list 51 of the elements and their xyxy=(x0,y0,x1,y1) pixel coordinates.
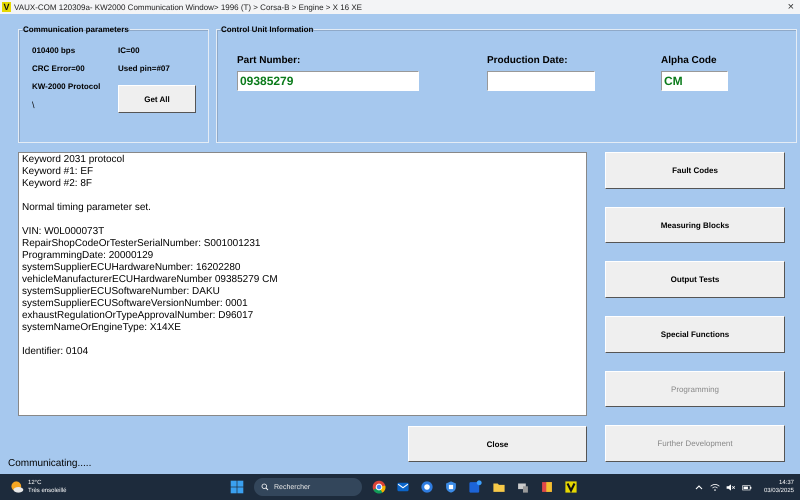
log-line: systemNameOrEngineType: X14XE xyxy=(22,322,182,334)
wifi-icon[interactable] xyxy=(710,482,720,492)
log-line: Identifier: 0104 xyxy=(22,346,90,358)
field-label: Alpha Code xyxy=(661,55,718,66)
battery-icon[interactable] xyxy=(742,482,752,492)
chat-bubble-icon[interactable] xyxy=(420,480,434,494)
window-title: VAUX-COM 120309a- KW2000 Communication Window> 1996 (T) > Corsa-B > Engine > X 16 XE xyxy=(14,2,362,12)
parameter-text: Used pin=#07 xyxy=(118,64,171,73)
image-app-icon[interactable] xyxy=(540,480,554,494)
log-line: Keyword 2031 protocol xyxy=(22,154,126,166)
sun-cloud-icon xyxy=(10,480,24,494)
log-line: RepairShopCodeOrTesterSerialNumber: S001001231 xyxy=(22,238,262,250)
function-button[interactable]: Special Functions xyxy=(605,316,785,353)
function-button[interactable]: Measuring Blocks xyxy=(605,206,785,244)
log-line: systemSupplierECUHardwareNumber: 16202280 xyxy=(22,262,242,274)
field-label: Part Number: xyxy=(237,55,302,66)
browser-icon[interactable] xyxy=(372,480,386,494)
log-line: Keyword #1: EF xyxy=(22,166,94,178)
function-button[interactable]: Fault Codes xyxy=(605,152,785,189)
speaker-muted-icon[interactable] xyxy=(726,482,736,492)
chevron-up-icon[interactable] xyxy=(694,482,704,492)
windows-icon[interactable] xyxy=(230,480,244,494)
group-title: Communication parameters xyxy=(22,25,130,34)
get-all-button[interactable]: Get All xyxy=(118,85,196,113)
input-field[interactable]: CM xyxy=(661,71,728,91)
parameter-text: KW-2000 Protocol xyxy=(32,82,102,91)
log-line: systemSupplierECUSoftwareNumber: DAKU xyxy=(22,286,221,298)
app-tile-icon[interactable] xyxy=(468,480,482,494)
status-indicator: \ xyxy=(32,100,35,110)
parameter-text: 010400 bps xyxy=(32,46,76,55)
log-line: exhaustRegulationOrTypeApprovalNumber: D96017 xyxy=(22,310,254,322)
field-label: Production Date: xyxy=(487,55,569,66)
parameter-text: IC=00 xyxy=(118,46,141,55)
mail-icon[interactable] xyxy=(396,480,410,494)
input-field[interactable] xyxy=(487,71,595,91)
close-button[interactable]: Close xyxy=(408,426,587,462)
log-line: Normal timing parameter set. xyxy=(22,202,152,214)
group-title: Control Unit Information xyxy=(220,25,314,34)
log-line: systemSupplierECUSoftwareVersionNumber: 0001 xyxy=(22,298,249,310)
log-line: ProgrammingDate: 20000129 xyxy=(22,250,154,262)
log-line: Keyword #2: 8F xyxy=(22,178,94,190)
status-text: Communicating..... xyxy=(8,458,92,469)
letter-v-app-icon[interactable] xyxy=(564,480,578,494)
close-button[interactable]: × xyxy=(788,1,794,13)
function-button[interactable]: Output Tests xyxy=(605,261,785,298)
parameter-text: CRC Error=00 xyxy=(32,64,86,73)
app-logo: V xyxy=(2,2,11,12)
log-line: vehicleManufacturerECUHardwareNumber 09385279 CM xyxy=(22,274,279,286)
shield-icon[interactable] xyxy=(444,480,458,494)
log-line: VIN: W0L000073T xyxy=(22,226,106,238)
input-field[interactable]: 09385279 xyxy=(237,71,419,91)
